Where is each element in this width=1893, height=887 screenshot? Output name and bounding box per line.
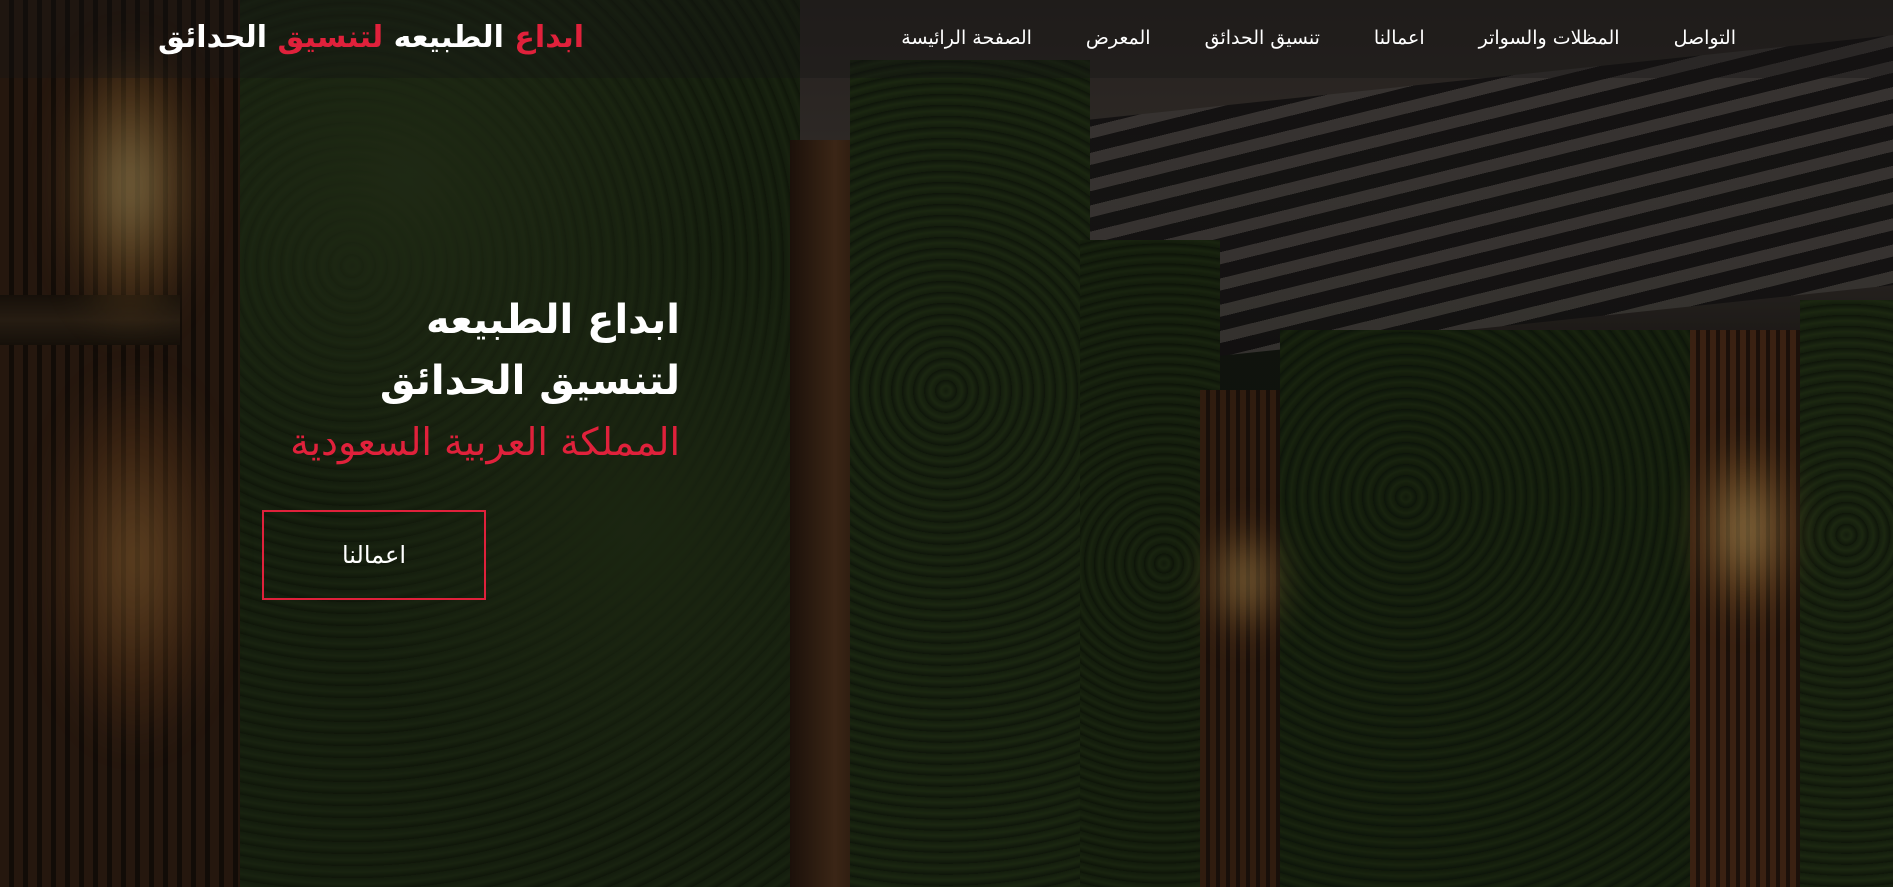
hero-title-line-2: لتنسيق الحدائق xyxy=(379,358,680,404)
brand-word-1: ابداع xyxy=(514,20,585,55)
brand-word-4: الحدائق xyxy=(158,20,268,55)
nav-menu: الصفحة الرائيسة المعرض تنسيق الحدائق اعم… xyxy=(901,20,1736,56)
hero-heading: ابداع الطبيعه لتنسيق الحدائق المملكة الع… xyxy=(260,290,680,473)
brand-word-3: لتنسيق xyxy=(277,20,384,55)
nav-item-landscaping[interactable]: تنسيق الحدائق xyxy=(1205,20,1320,56)
nav-item-home[interactable]: الصفحة الرائيسة xyxy=(901,20,1032,56)
hero-section: ابداع الطبيعه لتنسيق الحدائق الصفحة الرا… xyxy=(0,0,1893,887)
our-work-button[interactable]: اعمالنا xyxy=(262,510,486,600)
nav-item-gallery[interactable]: المعرض xyxy=(1086,20,1151,56)
top-navbar: ابداع الطبيعه لتنسيق الحدائق الصفحة الرا… xyxy=(0,0,1893,78)
brand-word-2: الطبيعه xyxy=(393,20,504,55)
brand-logo[interactable]: ابداع الطبيعه لتنسيق الحدائق xyxy=(158,18,584,58)
nav-item-our-work[interactable]: اعمالنا xyxy=(1374,20,1425,56)
hero-title-line-1: ابداع الطبيعه xyxy=(426,297,680,343)
nav-item-contact[interactable]: التواصل xyxy=(1674,20,1736,56)
nav-item-shades-screens[interactable]: المظلات والسواتر xyxy=(1479,20,1620,56)
hero-subtitle: المملكة العربية السعودية xyxy=(290,420,680,464)
